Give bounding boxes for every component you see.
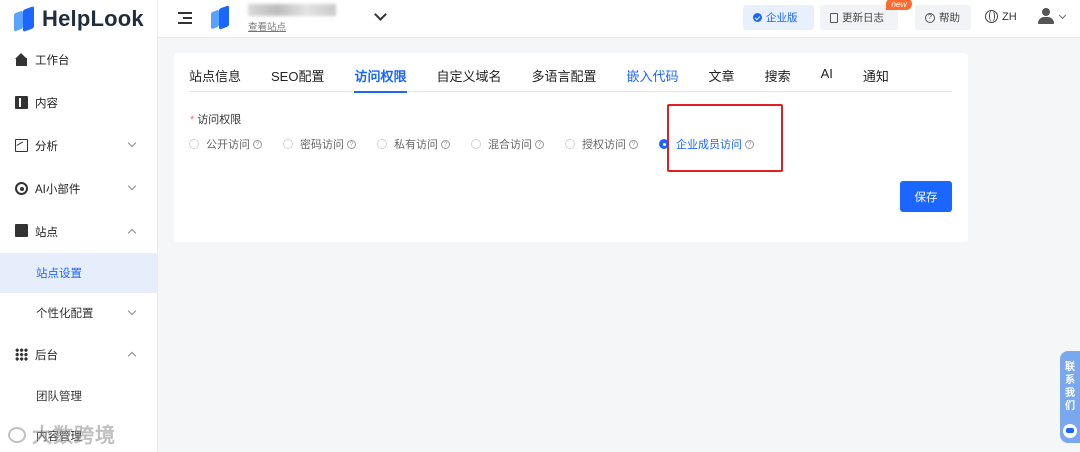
sidebar-item-content[interactable]: 内容 [0, 81, 157, 124]
book-icon [15, 96, 28, 109]
ai-widget-icon [15, 182, 28, 195]
required-mark: * [190, 114, 195, 126]
radio-circle[interactable] [283, 139, 293, 149]
tab-notifications[interactable]: 通知 [863, 66, 889, 92]
globe-icon [985, 10, 998, 23]
chevron-down-icon [127, 181, 137, 191]
sidebar-item-label: 后台 [35, 349, 58, 362]
site-name-redacted [248, 4, 336, 16]
contact-us-label: 联系我们 [1060, 361, 1080, 413]
view-site-link[interactable]: 查看站点 [248, 19, 286, 33]
chevron-up-icon [127, 351, 137, 361]
sidebar-subitem-team[interactable]: 团队管理 [0, 376, 157, 416]
sidebar-item-label: 站点设置 [36, 268, 82, 280]
help-icon[interactable]: ? [629, 139, 638, 149]
sidebar: HelpLook 工作台 内容 分析 AI小部件 站点 站点设置 个性化配置 后… [0, 0, 158, 452]
check-circle-icon [753, 13, 762, 22]
sidebar-subitem-personalization[interactable]: 个性化配置 [0, 293, 157, 333]
tab-articles[interactable]: 文章 [709, 66, 735, 92]
tab-site-info[interactable]: 站点信息 [189, 66, 241, 92]
help-button[interactable]: ? 帮助 [915, 5, 971, 30]
changelog-label: 更新日志 [842, 12, 884, 24]
sidebar-item-label: 站点 [35, 226, 58, 239]
chevron-down-icon [127, 306, 137, 316]
sidebar-item-label: 个性化配置 [36, 308, 94, 320]
helplook-logo-icon [14, 5, 36, 33]
sidebar-item-analytics[interactable]: 分析 [0, 124, 157, 167]
grid-icon [15, 348, 28, 361]
home-icon [15, 53, 28, 66]
new-badge: new [886, 0, 912, 10]
settings-tabs: 站点信息 SEO配置 访问权限 自定义域名 多语言配置 嵌入代码 文章 搜索 A… [189, 66, 952, 93]
chevron-up-icon [127, 228, 137, 238]
enterprise-button[interactable]: 企业版 [743, 5, 814, 30]
language-switch[interactable]: ZH [985, 10, 1017, 23]
language-label: ZH [1002, 10, 1017, 23]
annotation-highlight-box [667, 104, 783, 172]
help-label: 帮助 [939, 12, 960, 24]
help-icon[interactable]: ? [347, 139, 356, 149]
watermark-text: 大数跨境 [32, 425, 116, 447]
menu-toggle-icon[interactable] [178, 12, 192, 24]
chevron-down-icon [127, 138, 137, 148]
sidebar-item-workbench[interactable]: 工作台 [0, 38, 157, 81]
radio-password-access[interactable]: 密码访问 ? [283, 136, 356, 152]
chat-icon [1063, 424, 1077, 438]
tab-embed-code[interactable]: 嵌入代码 [627, 66, 679, 92]
site-logo-icon [211, 5, 231, 30]
radio-circle[interactable] [471, 139, 481, 149]
tab-ai[interactable]: AI [821, 66, 833, 92]
radio-public-access[interactable]: 公开访问 ? [189, 136, 262, 152]
sidebar-item-label: 团队管理 [36, 391, 82, 403]
radio-label: 公开访问 [206, 139, 250, 151]
document-icon [830, 12, 838, 23]
top-header: 查看站点 企业版 更新日志 new ? 帮助 ZH [158, 0, 1080, 38]
sidebar-item-backend[interactable]: 后台 [0, 333, 157, 376]
watermark-logo-icon [8, 427, 26, 443]
contact-us-text: 联系我们 [1065, 362, 1075, 412]
tab-seo[interactable]: SEO配置 [271, 66, 324, 92]
radio-mixed-access[interactable]: 混合访问 ? [471, 136, 544, 152]
help-icon: ? [925, 12, 935, 23]
radio-label: 授权访问 [582, 139, 626, 151]
access-field-label: * 访问权限 [190, 111, 241, 127]
tab-access[interactable]: 访问权限 [354, 66, 407, 93]
tab-multilanguage[interactable]: 多语言配置 [532, 66, 597, 92]
help-icon[interactable]: ? [535, 139, 544, 149]
chart-icon [15, 139, 28, 152]
radio-circle[interactable] [565, 139, 575, 149]
radio-circle[interactable] [189, 139, 199, 149]
tab-search[interactable]: 搜索 [765, 66, 791, 92]
radio-circle[interactable] [377, 139, 387, 149]
sidebar-subitem-site-settings[interactable]: 站点设置 [0, 253, 157, 293]
tab-custom-domain[interactable]: 自定义域名 [437, 66, 502, 92]
user-avatar-icon[interactable] [1038, 8, 1054, 24]
radio-label: 私有访问 [394, 139, 438, 151]
watermark: 大数跨境 [8, 419, 116, 448]
sidebar-item-label: 分析 [35, 140, 58, 153]
radio-label: 密码访问 [300, 139, 344, 151]
help-icon[interactable]: ? [253, 139, 262, 149]
save-button[interactable]: 保存 [900, 181, 952, 212]
brand-logo[interactable]: HelpLook [0, 0, 157, 38]
site-settings-card: 站点信息 SEO配置 访问权限 自定义域名 多语言配置 嵌入代码 文章 搜索 A… [174, 53, 968, 242]
access-label-text: 访问权限 [197, 114, 242, 126]
sidebar-item-label: 工作台 [35, 54, 70, 67]
sidebar-item-label: AI小部件 [35, 183, 81, 196]
site-switch-chevron-icon[interactable] [374, 8, 387, 21]
contact-us-widget[interactable]: 联系我们 [1060, 351, 1080, 443]
brand-name: HelpLook [42, 6, 144, 31]
radio-authorized-access[interactable]: 授权访问 ? [565, 136, 638, 152]
help-icon[interactable]: ? [441, 139, 450, 149]
sidebar-item-ai-widget[interactable]: AI小部件 [0, 167, 157, 210]
monitor-icon [15, 223, 28, 237]
sidebar-item-label: 内容 [35, 97, 58, 110]
radio-label: 混合访问 [488, 139, 532, 151]
sidebar-item-site[interactable]: 站点 [0, 210, 157, 253]
chevron-down-icon[interactable] [1058, 11, 1067, 20]
radio-private-access[interactable]: 私有访问 ? [377, 136, 450, 152]
enterprise-label: 企业版 [766, 12, 798, 24]
